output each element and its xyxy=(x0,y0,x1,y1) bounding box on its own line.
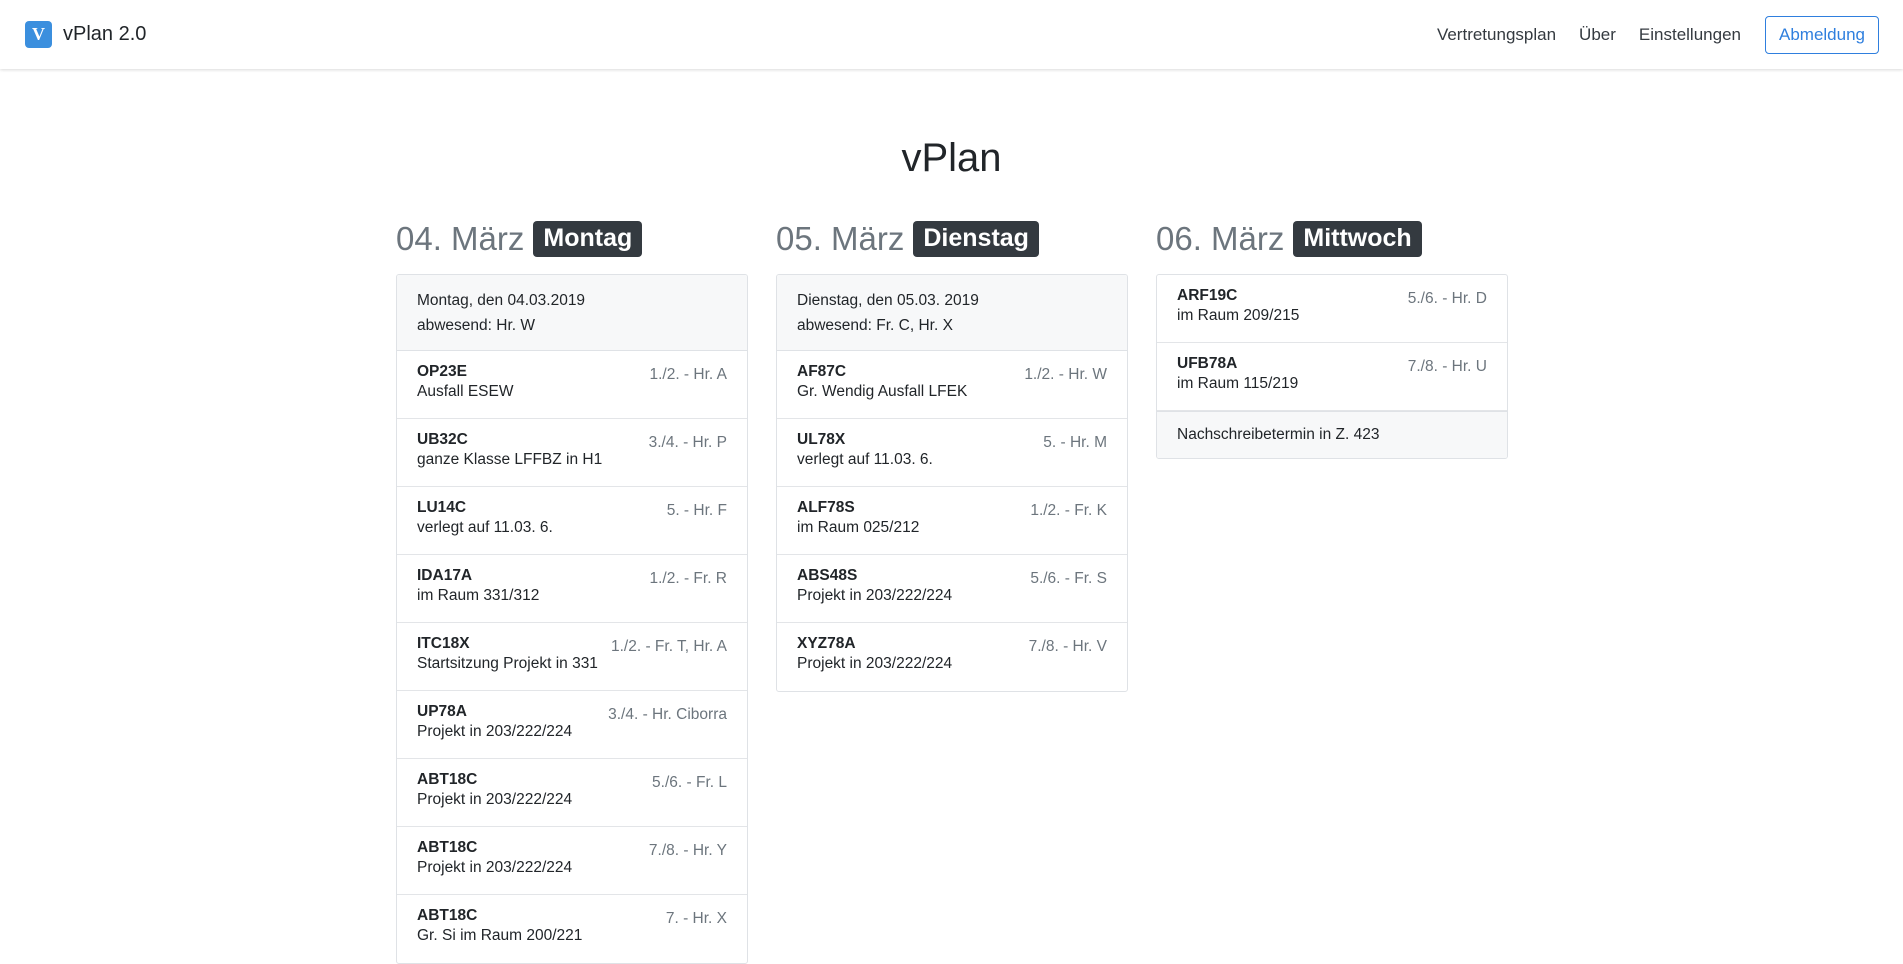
entry-description: im Raum 025/212 xyxy=(797,519,920,536)
day-column-dienstag: 05. März Dienstag Dienstag, den 05.03. 2… xyxy=(776,218,1128,692)
day-note: Nachschreibetermin in Z. 423 xyxy=(1157,411,1507,458)
day-info-date: Dienstag, den 05.03. 2019 xyxy=(797,292,979,309)
day-info: Dienstag, den 05.03. 2019 abwesend: Fr. … xyxy=(777,275,1127,351)
entry-time: 3./4. - Hr. P xyxy=(648,434,727,451)
substitution-entry: XYZ78A Projekt in 203/222/224 7./8. - Hr. … xyxy=(777,623,1127,691)
weekday-badge: Mittwoch xyxy=(1293,221,1422,257)
entry-time: 3./4. - Hr. Ciborra xyxy=(608,706,727,723)
entry-time: 7. - Hr. X xyxy=(665,910,727,927)
day-header: 05. März Dienstag xyxy=(776,218,1128,260)
substitution-entry: ITC18X Startsitzung Projekt in 331 1./2. -… xyxy=(397,623,747,691)
logout-button[interactable]: Abmeldung xyxy=(1764,15,1879,54)
day-date: 05. März xyxy=(776,220,905,257)
entry-description: im Raum 331/312 xyxy=(417,587,540,604)
weekday-badge: Dienstag xyxy=(913,221,1039,257)
entry-time: 5./6. - Fr. S xyxy=(1030,570,1107,587)
day-header: 06. März Mittwoch xyxy=(1156,218,1508,260)
day-info-date: Montag, den 04.03.2019 xyxy=(417,292,586,309)
entry-description: Projekt in 203/222/224 xyxy=(797,655,953,672)
day-date: 04. März xyxy=(396,220,525,257)
day-date: 06. März xyxy=(1156,220,1285,257)
nav-links: Vertretungsplan Über Einstellungen Abmel… xyxy=(1437,15,1879,54)
substitution-entry: UL78X verlegt auf 11.03. 6. 5. - Hr. M xyxy=(777,419,1127,487)
entry-time: 1./2. - Hr. A xyxy=(649,366,727,383)
nav-link-vertretungsplan[interactable]: Vertretungsplan xyxy=(1437,25,1556,45)
substitution-entry: AF87C Gr. Wendig Ausfall LFEK 1./2. - Hr. … xyxy=(777,351,1127,419)
entry-time: 5. - Hr. F xyxy=(666,502,727,519)
nav-link-ueber[interactable]: Über xyxy=(1579,25,1616,45)
substitution-entry: IDA17A im Raum 331/312 1./2. - Fr. R xyxy=(397,555,747,623)
substitution-entry: UB32C ganze Klasse LFFBZ in H1 3./4. - Hr.… xyxy=(397,419,747,487)
entry-time: 1./2. - Hr. W xyxy=(1024,366,1107,383)
vplan-logo-icon: V xyxy=(25,21,52,48)
entry-description: Projekt in 203/222/224 xyxy=(417,791,573,808)
substitution-entry: UP78A Projekt in 203/222/224 3./4. - Hr. C… xyxy=(397,691,747,759)
entry-description: verlegt auf 11.03. 6. xyxy=(797,451,933,468)
substitution-entry: LU14C verlegt auf 11.03. 6. 5. - Hr. F xyxy=(397,487,747,555)
navbar: V vPlan 2.0 Vertretungsplan Über Einstel… xyxy=(0,0,1903,69)
entry-time: 7./8. - Hr. U xyxy=(1407,358,1487,375)
substitution-entry: ABT18C Projekt in 203/222/224 5./6. - Fr. … xyxy=(397,759,747,827)
entry-time: 1./2. - Fr. R xyxy=(649,570,727,587)
entry-time: 7./8. - Hr. Y xyxy=(648,842,727,859)
nav-link-einstellungen[interactable]: Einstellungen xyxy=(1639,25,1741,45)
substitution-entry: ABS48S Projekt in 203/222/224 5./6. - Fr. … xyxy=(777,555,1127,623)
substitution-entry: ABT18C Gr. Si im Raum 200/221 7. - Hr. X xyxy=(397,895,747,963)
substitution-entry: ABT18C Projekt in 203/222/224 7./8. - Hr. … xyxy=(397,827,747,895)
entry-description: verlegt auf 11.03. 6. xyxy=(417,519,553,536)
day-card: Dienstag, den 05.03. 2019 abwesend: Fr. … xyxy=(776,274,1128,692)
brand-name: vPlan 2.0 xyxy=(63,23,147,45)
entry-description: Projekt in 203/222/224 xyxy=(417,723,573,740)
day-info-absent: abwesend: Fr. C, Hr. X xyxy=(797,317,953,334)
entry-description: Gr. Wendig Ausfall LFEK xyxy=(797,383,968,400)
entry-description: im Raum 209/215 xyxy=(1177,307,1300,324)
entry-description: im Raum 115/219 xyxy=(1177,375,1299,392)
entry-description: Projekt in 203/222/224 xyxy=(417,859,573,876)
page-title: vPlan xyxy=(901,136,1002,180)
entry-time: 1./2. - Fr. T, Hr. A xyxy=(610,638,727,655)
substitution-entry: UFB78A im Raum 115/219 7./8. - Hr. U xyxy=(1157,343,1507,411)
day-card: Montag, den 04.03.2019 abwesend: Hr. W O… xyxy=(396,274,748,964)
entry-description: Ausfall ESEW xyxy=(417,383,514,400)
substitution-entry: ALF78S im Raum 025/212 1./2. - Fr. K xyxy=(777,487,1127,555)
entry-description: ganze Klasse LFFBZ in H1 xyxy=(417,451,603,468)
entry-time: 5. - Hr. M xyxy=(1043,434,1107,451)
entry-description: Projekt in 203/222/224 xyxy=(797,587,953,604)
substitution-entry: OP23E Ausfall ESEW 1./2. - Hr. A xyxy=(397,351,747,419)
day-info: Montag, den 04.03.2019 abwesend: Hr. W xyxy=(397,275,747,351)
entry-time: 1./2. - Fr. K xyxy=(1030,502,1107,519)
day-card: ARF19C im Raum 209/215 5./6. - Hr. D UFB78… xyxy=(1156,274,1508,459)
brand-link[interactable]: V vPlan 2.0 xyxy=(25,21,146,48)
entry-description: Gr. Si im Raum 200/221 xyxy=(417,927,583,944)
day-info-absent: abwesend: Hr. W xyxy=(417,317,536,334)
entry-time: 5./6. - Fr. L xyxy=(652,774,727,791)
day-header: 04. März Montag xyxy=(396,218,748,260)
weekday-badge: Montag xyxy=(533,221,643,257)
day-column-mittwoch: 06. März Mittwoch ARF19C im Raum 209/215 5… xyxy=(1156,218,1508,459)
entry-time: 7./8. - Hr. V xyxy=(1028,638,1107,655)
entry-time: 5./6. - Hr. D xyxy=(1407,290,1487,307)
day-column-montag: 04. März Montag Montag, den 04.03.2019 a… xyxy=(396,218,748,964)
substitution-entry: ARF19C im Raum 209/215 5./6. - Hr. D xyxy=(1157,275,1507,343)
entry-description: Startsitzung Projekt in 331 xyxy=(417,655,598,672)
